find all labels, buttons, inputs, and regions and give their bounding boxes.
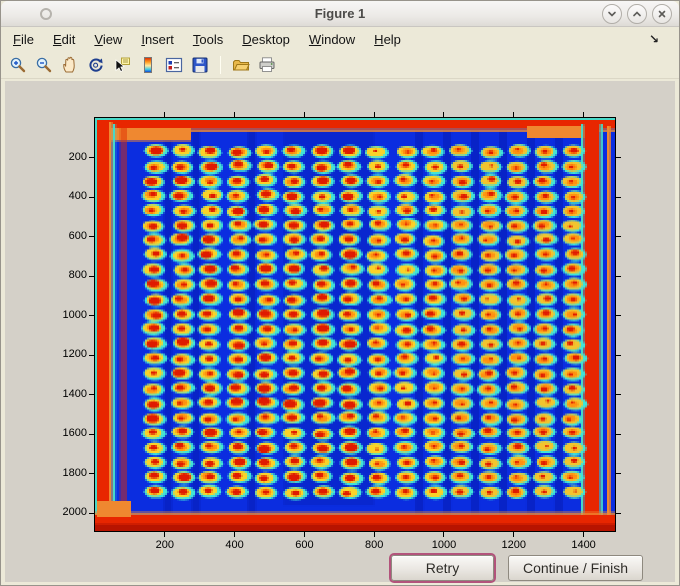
y-tick-right	[616, 394, 621, 396]
x-tick	[513, 532, 515, 537]
close-button[interactable]	[652, 4, 672, 24]
y-tick-label: 1800	[62, 466, 87, 479]
maximize-button[interactable]	[627, 4, 647, 24]
data-cursor-icon[interactable]	[113, 56, 131, 74]
toolbar	[1, 51, 679, 79]
y-tick-label: 1000	[62, 308, 87, 321]
y-tick	[89, 512, 94, 514]
x-tick-label: 1400	[571, 539, 596, 551]
x-tick-top	[513, 112, 515, 117]
x-tick-top	[443, 112, 445, 117]
x-tick-label: 400	[225, 539, 244, 551]
figure-content: 200 400 600 800 1000 1200 1400 200 400 600 800 1000…	[1, 80, 679, 585]
x-tick-label: 1200	[501, 539, 527, 551]
menu-insert[interactable]: Insert	[141, 32, 174, 47]
rotate-3d-icon[interactable]	[87, 56, 105, 74]
y-tick	[89, 354, 94, 356]
y-tick	[89, 315, 94, 317]
retry-button[interactable]: Retry	[391, 555, 494, 581]
y-tick	[89, 236, 94, 238]
x-tick	[373, 532, 375, 537]
axes-box	[94, 117, 616, 532]
pan-icon[interactable]	[61, 56, 79, 74]
y-tick	[89, 433, 94, 435]
toolbar-separator	[220, 55, 221, 74]
y-tick-right	[616, 473, 621, 475]
x-tick-top	[583, 112, 585, 117]
y-tick	[89, 473, 94, 475]
colorbar-icon[interactable]	[139, 56, 157, 74]
open-folder-icon[interactable]	[232, 56, 250, 74]
y-tick-right	[616, 157, 621, 159]
x-tick-label: 600	[295, 539, 314, 551]
menu-tools[interactable]: Tools	[193, 32, 223, 47]
print-icon[interactable]	[258, 56, 276, 74]
x-tick-top	[234, 112, 236, 117]
y-tick-label: 1600	[62, 427, 87, 440]
x-tick	[443, 532, 445, 537]
zoom-out-icon[interactable]	[35, 56, 53, 74]
y-tick-label: 1400	[62, 387, 87, 400]
insert-legend-icon[interactable]	[165, 56, 183, 74]
menu-edit[interactable]: Edit	[53, 32, 75, 47]
save-icon[interactable]	[191, 56, 209, 74]
x-tick-label: 800	[365, 539, 384, 551]
x-tick-top	[164, 112, 166, 117]
titlebar: Figure 1	[1, 1, 679, 27]
menu-view[interactable]: View	[94, 32, 122, 47]
x-tick-top	[303, 112, 305, 117]
y-tick	[89, 157, 94, 159]
y-tick-right	[616, 196, 621, 198]
y-tick-right	[616, 512, 621, 514]
y-tick-label: 200	[68, 150, 87, 163]
window-title: Figure 1	[314, 6, 366, 21]
continue-finish-button[interactable]: Continue / Finish	[508, 555, 643, 581]
minimize-button[interactable]	[602, 4, 622, 24]
dock-figure-icon[interactable]: ↘	[649, 32, 659, 46]
y-tick-right	[616, 433, 621, 435]
y-tick-right	[616, 236, 621, 238]
y-tick-label: 600	[68, 229, 87, 242]
menu-desktop[interactable]: Desktop	[242, 32, 290, 47]
x-tick	[583, 532, 585, 537]
menu-help[interactable]: Help	[374, 32, 401, 47]
zoom-in-icon[interactable]	[9, 56, 27, 74]
x-tick	[164, 532, 166, 537]
y-tick-label: 1200	[62, 348, 87, 361]
menu-window[interactable]: Window	[309, 32, 355, 47]
menubar: File Edit View Insert Tools Desktop Window Help	[1, 28, 679, 51]
y-tick	[89, 275, 94, 277]
figure-window: Figure 1 File Edit View Insert Tools Desktop W…	[0, 0, 680, 586]
y-tick	[89, 394, 94, 396]
y-tick-right	[616, 354, 621, 356]
menu-file[interactable]: File	[13, 32, 34, 47]
y-tick-label: 400	[68, 190, 87, 203]
y-tick-label: 2000	[62, 506, 87, 519]
heatmap-image[interactable]	[95, 118, 615, 531]
y-tick-label: 800	[68, 269, 87, 282]
window-controls	[602, 4, 672, 24]
x-tick-label: 200	[155, 539, 174, 551]
y-tick	[89, 196, 94, 198]
x-tick	[303, 532, 305, 537]
y-tick-right	[616, 275, 621, 277]
y-tick-right	[616, 315, 621, 317]
x-tick-label: 1000	[431, 539, 457, 551]
x-tick-top	[373, 112, 375, 117]
x-tick	[234, 532, 236, 537]
